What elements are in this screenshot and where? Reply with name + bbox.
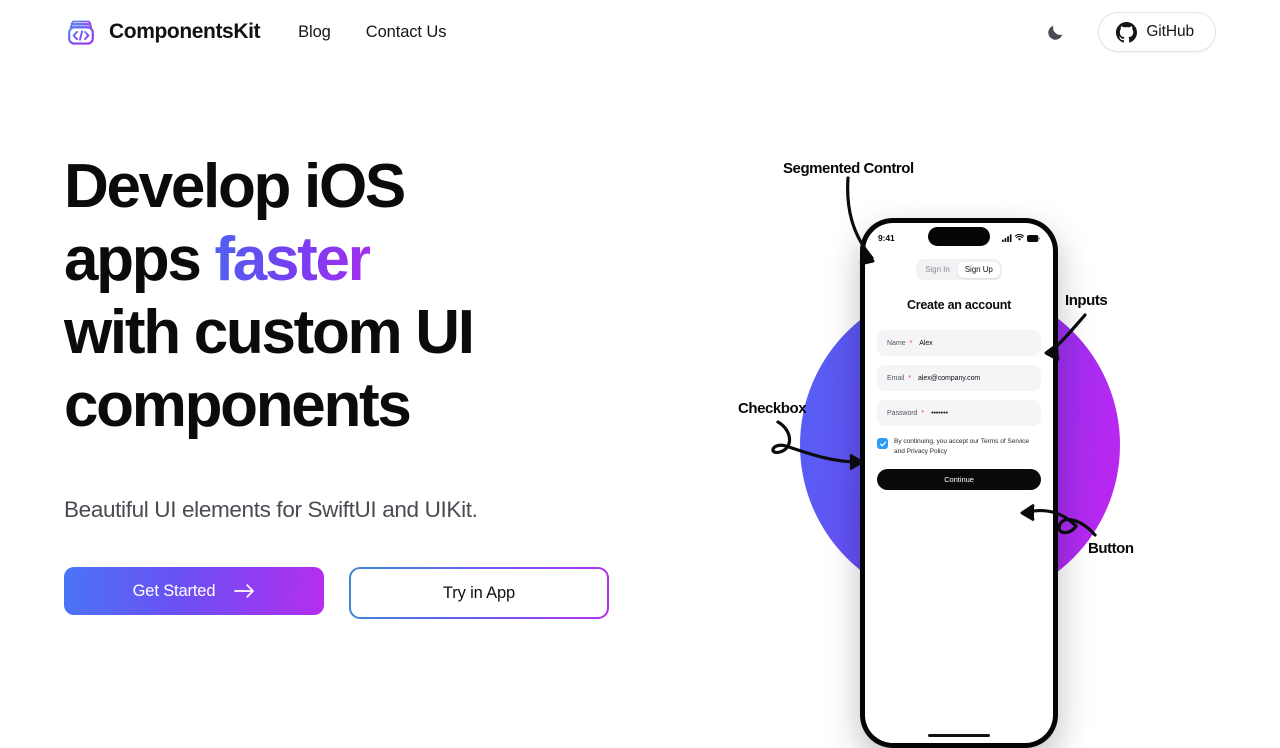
nav-link-contact-us[interactable]: Contact Us: [366, 23, 447, 42]
github-label: GitHub: [1146, 23, 1194, 40]
phone-status-bar: 9:41: [865, 226, 1053, 250]
headline-line-3: with custom UI: [64, 298, 475, 367]
segmented-control-wrap: Sign In Sign Up: [865, 259, 1053, 280]
consent-text: By continuing, you accept our Terms of S…: [894, 438, 1030, 455]
password-field-required: *: [921, 409, 925, 417]
arrow-right-icon: [234, 584, 255, 598]
github-button[interactable]: GitHub: [1098, 12, 1216, 52]
consent-row: By continuing, you accept our Terms of S…: [865, 437, 1053, 456]
headline-accent-word: faster: [214, 225, 371, 294]
headline-line-4: components: [64, 371, 412, 440]
password-field[interactable]: Password * •••••••: [877, 400, 1041, 426]
home-indicator: [928, 734, 990, 737]
brand-name: ComponentsKit: [109, 20, 261, 43]
email-field[interactable]: Email * alex@company.com: [877, 365, 1041, 391]
get-started-button[interactable]: Get Started: [64, 567, 324, 615]
signup-form-fields: Name * Alex Email * alex@company.com Pas…: [865, 330, 1053, 426]
cellular-signal-icon: [1002, 234, 1012, 242]
showcase-graphic: 9:41 Sign In Sign Up Create an account N…: [700, 130, 1220, 748]
segmented-control[interactable]: Sign In Sign Up: [915, 259, 1003, 280]
hero-content: Develop iOS apps faster with custom UI c…: [64, 150, 684, 619]
hero-subtitle: Beautiful UI elements for SwiftUI and UI…: [64, 497, 478, 522]
phone-screen: 9:41 Sign In Sign Up Create an account N…: [865, 223, 1053, 743]
annotation-checkbox: Checkbox: [738, 400, 807, 417]
brand-logo[interactable]: ComponentsKit: [64, 15, 261, 49]
get-started-label: Get Started: [132, 581, 216, 600]
name-field-label: Name: [887, 339, 906, 347]
name-field[interactable]: Name * Alex: [877, 330, 1041, 356]
github-icon: [1116, 21, 1138, 42]
annotation-segmented-control: Segmented Control: [783, 160, 914, 177]
segment-sign-up[interactable]: Sign Up: [957, 261, 1000, 278]
theme-toggle-button[interactable]: [1044, 20, 1068, 44]
headline-line-2-prefix: apps: [64, 225, 215, 294]
headline-line-1: Develop iOS: [64, 152, 406, 221]
password-field-label: Password: [887, 409, 918, 417]
moon-icon: [1048, 25, 1063, 40]
page-title: Develop iOS apps faster with custom UI c…: [64, 150, 684, 442]
password-field-value: •••••••: [931, 409, 948, 417]
annotation-inputs: Inputs: [1065, 292, 1108, 309]
form-title: Create an account: [906, 298, 1012, 312]
name-field-required: *: [909, 339, 913, 347]
site-header: ComponentsKit Blog Contact Us GitHub: [0, 0, 1280, 64]
segment-sign-in[interactable]: Sign In: [918, 262, 957, 278]
status-bar-time: 9:41: [878, 233, 895, 243]
checkmark-icon: [879, 441, 886, 446]
email-field-value: alex@company.com: [918, 374, 981, 382]
main-nav: Blog Contact Us: [298, 23, 446, 42]
try-in-app-label: Try in App: [351, 569, 607, 617]
phone-mockup: 9:41 Sign In Sign Up Create an account N…: [860, 218, 1058, 748]
continue-button[interactable]: Continue: [877, 469, 1041, 490]
try-in-app-button[interactable]: Try in App: [349, 567, 609, 619]
hero-cta-row: Get Started Try in App: [64, 567, 684, 619]
consent-checkbox[interactable]: [877, 438, 888, 449]
dynamic-island: [928, 227, 990, 246]
annotation-button: Button: [1088, 540, 1134, 557]
wifi-icon: [1015, 234, 1024, 241]
email-field-label: Email: [887, 374, 905, 382]
battery-icon: [1027, 234, 1040, 242]
email-field-required: *: [908, 374, 911, 382]
code-package-icon: [68, 20, 94, 45]
header-actions: GitHub: [1044, 12, 1216, 52]
name-field-value: Alex: [919, 339, 933, 347]
status-bar-icons: [1002, 234, 1040, 242]
nav-link-blog[interactable]: Blog: [298, 23, 331, 42]
